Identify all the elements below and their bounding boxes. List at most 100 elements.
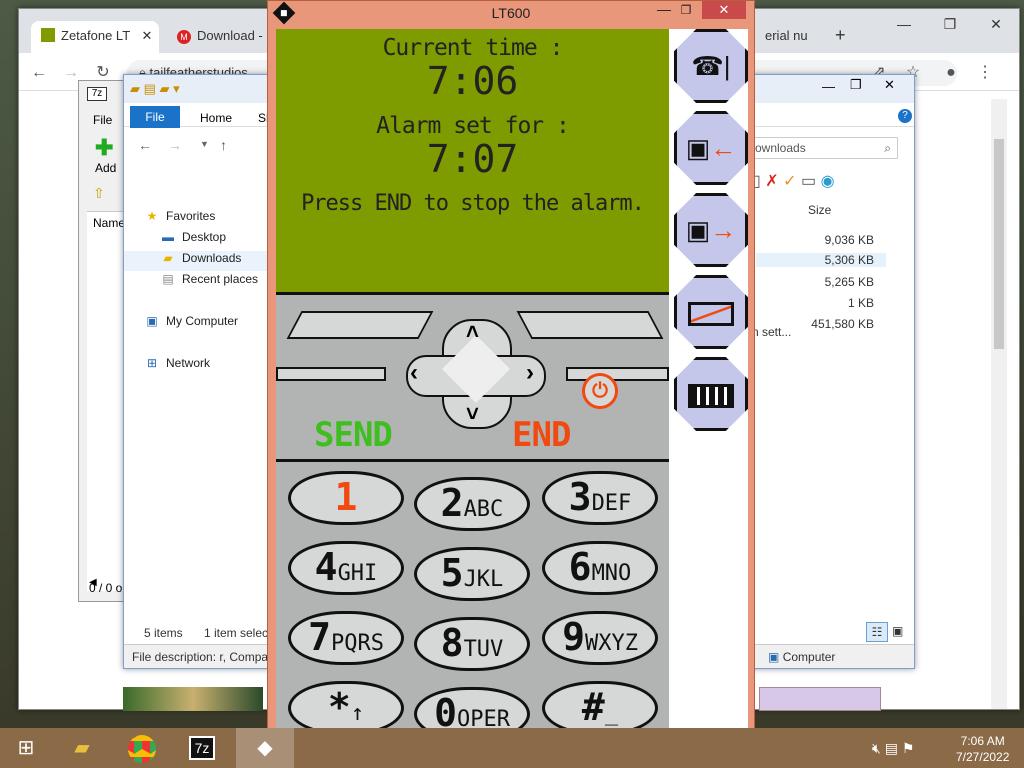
partial-file-name: n sett... — [752, 325, 792, 339]
chrome-scrollbar[interactable] — [991, 99, 1007, 709]
recent-dropdown-icon[interactable]: ▼ — [200, 139, 209, 149]
start-windows-icon[interactable]: ⊞ — [0, 728, 52, 768]
nav-desktop[interactable]: ▬ Desktop — [160, 230, 226, 250]
nav-network[interactable]: ⊞ Network — [144, 356, 210, 376]
nav-downloads[interactable]: ▰ Downloads — [124, 251, 269, 271]
ribbon-home-tab[interactable]: Home — [200, 111, 232, 125]
details-view-icon[interactable]: ☷ — [866, 622, 888, 642]
chrome-menu-icon[interactable]: ⋮ — [975, 63, 995, 83]
nav-back-icon[interactable]: ← — [138, 137, 152, 153]
search-icon: ⌕ — [884, 141, 891, 155]
current-time-label: Current time : — [382, 35, 564, 61]
search-input[interactable]: ownloads ⌕ — [748, 137, 898, 159]
computer-icon: ▣ — [768, 650, 780, 664]
explorer-maximize-button[interactable]: ❐ — [850, 77, 862, 93]
tray-icons[interactable]: 🔇︎ ▤ ⚑ — [872, 740, 914, 757]
network-icon: ⊞ — [146, 356, 158, 370]
tiles-view-icon[interactable]: ▣ — [892, 624, 903, 638]
action-center-icon: ⚑ — [901, 740, 915, 756]
key-3[interactable]: 3DEF — [542, 471, 658, 525]
add-icon[interactable]: ✚ — [95, 135, 113, 161]
power-icon[interactable]: ⏻ — [582, 373, 618, 409]
lt600-client: Current time : 7:06 Alarm set for : 7:07… — [276, 29, 748, 731]
mega-favicon-icon: M — [177, 30, 191, 44]
file-size: 451,580 KB — [811, 317, 874, 331]
7z-menu-file[interactable]: File — [93, 113, 112, 127]
nav-my-computer[interactable]: ▣ My Computer — [144, 314, 238, 334]
nav-forward-icon[interactable]: → — [168, 137, 182, 153]
end-button[interactable]: END — [512, 415, 571, 457]
battery-empty-icon[interactable] — [674, 275, 748, 349]
key-star[interactable]: *↑ — [288, 681, 404, 731]
7z-icon: 7z — [87, 87, 107, 101]
7z-col-name[interactable]: Name — [93, 216, 125, 230]
chrome-maximize-button[interactable]: ❐ — [927, 9, 973, 39]
lt600-maximize-button[interactable]: ❐ — [676, 1, 696, 19]
lt600-close-button[interactable]: ✕ — [702, 1, 746, 19]
new-tab-button[interactable]: + — [831, 21, 861, 53]
profile-avatar-icon[interactable]: ● — [941, 63, 961, 83]
dpad-left-icon[interactable]: ‹ — [410, 359, 418, 387]
key-4[interactable]: 4GHI — [288, 541, 404, 595]
network-tray-icon: ▤ — [884, 740, 898, 756]
current-time-value: 7:06 — [426, 59, 519, 103]
col-size-header[interactable]: Size — [808, 203, 831, 217]
tab-close-icon[interactable]: ✕ — [142, 28, 153, 43]
dpad-right-icon[interactable]: › — [526, 359, 534, 387]
directional-pad[interactable]: ˄ ˅ ‹ › — [406, 319, 546, 429]
7z-status: 0 / 0 o — [89, 581, 123, 595]
chrome-minimize-button[interactable]: — — [881, 9, 927, 39]
file-size-selected[interactable]: 5,306 KB — [756, 253, 886, 267]
lt600-window: ◆ LT600 — ❐ ✕ Current time : 7:06 Alarm … — [267, 0, 755, 738]
back-icon[interactable]: ← — [29, 63, 49, 83]
shell-icon: ◉ — [820, 173, 835, 190]
key-1[interactable]: 1 — [288, 471, 404, 525]
phone-keypad: ˄ ˅ ‹ › ⏻ SEND END 1 2ABC 3DEF 4GHI 5JKL… — [276, 292, 669, 731]
key-5[interactable]: 5JKL — [414, 547, 530, 601]
delete-icon: ✗ — [765, 173, 779, 190]
alarm-instruction: Press END to stop the alarm. — [301, 191, 645, 216]
battery-full-icon[interactable] — [674, 357, 748, 431]
tray-clock[interactable]: 7:06 AM 7/27/2022 — [956, 734, 1009, 764]
recent-places-icon: ▤ — [162, 272, 174, 286]
dpad-up-icon[interactable]: ˄ — [466, 319, 479, 345]
keypad-divider — [276, 459, 669, 462]
phone-settings-icon[interactable]: ☎| — [674, 29, 748, 103]
nav-recent[interactable]: ▤ Recent places — [160, 272, 258, 292]
key-6[interactable]: 6MNO — [542, 541, 658, 595]
site-favicon-icon — [41, 28, 55, 42]
chrome-tab-zetafone[interactable]: Zetafone LT ✕ — [31, 21, 159, 53]
ribbon-file-tab[interactable]: File — [130, 106, 180, 128]
help-icon[interactable]: ? — [898, 109, 912, 123]
chrome-tab-serial[interactable]: erial nu — [755, 21, 825, 53]
check-icon: ✓ — [783, 173, 797, 190]
explorer-minimize-button[interactable]: — — [822, 79, 835, 94]
nav-up-icon[interactable]: ↑ — [220, 137, 227, 153]
explorer-close-button[interactable]: ✕ — [884, 77, 895, 93]
quick-access-icons[interactable]: ▰ ▤ ▰ ▾ — [130, 81, 180, 97]
key-7[interactable]: 7PQRS — [288, 611, 404, 665]
desktop-icon: ▬ — [162, 230, 174, 244]
file-explorer-taskbar-icon[interactable]: ▰ — [56, 728, 108, 768]
lt600-taskbar-icon[interactable]: ◆ — [236, 728, 294, 768]
key-2[interactable]: 2ABC — [414, 477, 530, 531]
dpad-down-icon[interactable]: ˅ — [466, 401, 479, 427]
chrome-close-button[interactable]: ✕ — [973, 9, 1019, 39]
clock-time: 7:06 AM — [960, 734, 1005, 748]
chrome-taskbar-icon[interactable] — [116, 728, 168, 768]
key-8[interactable]: 8TUV — [414, 617, 530, 671]
nav-favorites[interactable]: ★ Favorites — [144, 209, 216, 229]
toolbar-action-icons[interactable]: ▯ ✗ ✓ ▭ ◉ — [752, 171, 835, 191]
7zip-taskbar-icon[interactable]: 7z — [176, 728, 228, 768]
key-9[interactable]: 9WXYZ — [542, 611, 658, 665]
up-folder-icon[interactable]: ⇧ — [93, 185, 105, 202]
load-icon[interactable]: ▣← — [674, 111, 748, 185]
key-0[interactable]: 0OPER — [414, 687, 530, 731]
send-button[interactable]: SEND — [314, 415, 393, 457]
file-size: 1 KB — [847, 296, 874, 310]
page-image-left — [123, 687, 263, 711]
volume-muted-icon: 🔇︎ — [872, 740, 881, 756]
lt600-minimize-button[interactable]: — — [654, 1, 674, 19]
save-icon[interactable]: ▣→ — [674, 193, 748, 267]
key-hash[interactable]: #_ — [542, 681, 658, 731]
